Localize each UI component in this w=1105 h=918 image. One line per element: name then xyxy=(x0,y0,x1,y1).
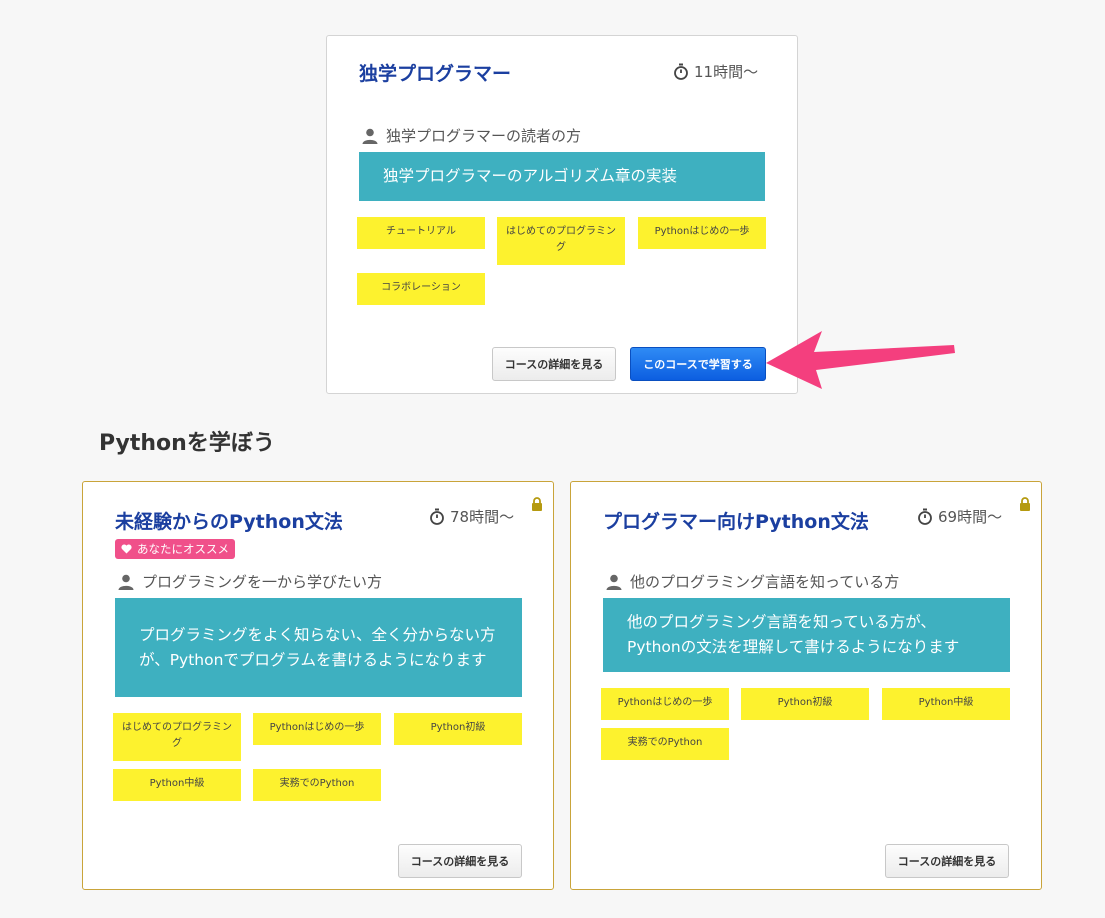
course-tag: コラボレーション xyxy=(357,273,485,305)
course-hours-text: 69時間〜 xyxy=(938,508,1003,526)
section-title: Pythonを学ぼう xyxy=(99,431,275,456)
course-tag: Python初級 xyxy=(741,688,869,720)
course-title[interactable]: 未経験からのPython文法 xyxy=(115,507,343,534)
person-icon xyxy=(362,128,378,144)
course-tag: Python中級 xyxy=(113,769,241,801)
person-icon xyxy=(606,574,622,590)
course-target: 他のプログラミング言語を知っている方 xyxy=(606,571,899,592)
course-hours-text: 78時間〜 xyxy=(450,508,515,526)
start-course-button[interactable]: このコースで学習する xyxy=(630,347,766,381)
annotation-arrow-icon xyxy=(766,331,955,389)
course-title[interactable]: プログラマー向けPython文法 xyxy=(603,507,869,534)
course-tag: Python中級 xyxy=(882,688,1010,720)
course-tag: チュートリアル xyxy=(357,217,485,249)
lock-icon xyxy=(1020,497,1030,511)
lock-icon xyxy=(532,497,542,511)
course-tag: Pythonはじめの一歩 xyxy=(638,217,766,249)
course-tag: Python初級 xyxy=(394,713,522,745)
course-detail-button[interactable]: コースの詳細を見る xyxy=(885,844,1009,878)
course-detail-button[interactable]: コースの詳細を見る xyxy=(492,347,616,381)
course-tag: Pythonはじめの一歩 xyxy=(601,688,729,720)
heart-icon xyxy=(121,544,132,554)
course-title[interactable]: 独学プログラマー xyxy=(359,59,511,86)
course-description: 他のプログラミング言語を知っている方が、Pythonの文法を理解して書けるように… xyxy=(603,598,1010,672)
course-description: 独学プログラマーのアルゴリズム章の実装 xyxy=(359,152,765,201)
recommended-badge: あなたにオススメ xyxy=(115,539,235,559)
course-target: 独学プログラマーの読者の方 xyxy=(362,125,581,146)
course-hours: 11時間〜 xyxy=(673,61,758,82)
stopwatch-icon xyxy=(430,508,444,525)
course-hours: 78時間〜 xyxy=(429,506,514,527)
course-target-text: 他のプログラミング言語を知っている方 xyxy=(630,573,900,591)
course-description: プログラミングをよく知らない、全く分からない方が、Pythonでプログラムを書け… xyxy=(115,598,522,697)
course-tag: Pythonはじめの一歩 xyxy=(253,713,381,745)
course-card: プログラマー向けPython文法 69時間〜 他のプログラミング言語を知っている… xyxy=(570,481,1042,890)
featured-course-card: 独学プログラマー 11時間〜 独学プログラマーの読者の方 独学プログラマーのアル… xyxy=(326,35,798,394)
course-tag: はじめてのプログラミング xyxy=(497,217,625,265)
person-icon xyxy=(118,574,134,590)
course-target-text: プログラミングを一から学びたい方 xyxy=(142,573,383,591)
course-tag: 実務でのPython xyxy=(601,728,729,760)
course-detail-button[interactable]: コースの詳細を見る xyxy=(398,844,522,878)
course-hours: 69時間〜 xyxy=(917,506,1002,527)
course-target: プログラミングを一から学びたい方 xyxy=(118,571,382,592)
course-hours-text: 11時間〜 xyxy=(694,63,759,81)
course-card: 未経験からのPython文法 78時間〜 あなたにオススメ プログラミングを一か… xyxy=(82,481,554,890)
course-tag: はじめてのプログラミング xyxy=(113,713,241,761)
recommended-badge-text: あなたにオススメ xyxy=(137,542,229,556)
stopwatch-icon xyxy=(918,508,932,525)
stopwatch-icon xyxy=(674,63,688,80)
course-tag: 実務でのPython xyxy=(253,769,381,801)
course-target-text: 独学プログラマーの読者の方 xyxy=(386,127,582,145)
